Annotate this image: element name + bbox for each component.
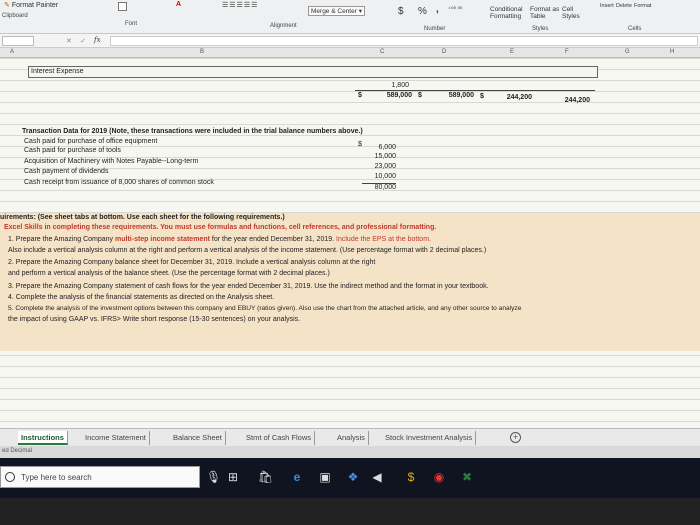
enter-icon[interactable]: ✓: [80, 37, 86, 45]
font-group-label: Font: [125, 21, 138, 27]
txn-label-4[interactable]: Cash payment of dividends: [24, 168, 108, 175]
interest-value[interactable]: 1,800: [375, 82, 409, 89]
txn-label-3[interactable]: Acquisition of Machinery with Notes Paya…: [24, 158, 198, 165]
delete-button[interactable]: Delete: [616, 3, 632, 9]
total-cur-2: $: [418, 92, 422, 99]
column-header-g[interactable]: G: [625, 49, 630, 55]
arrow-app-icon[interactable]: ◀: [370, 470, 384, 484]
requirement-5[interactable]: 5. Complete the analysis of the investme…: [8, 305, 521, 312]
status-bar: ed Decimal: [0, 446, 700, 458]
requirement-4[interactable]: 4. Complete the analysis of the financia…: [8, 294, 274, 301]
percent-button[interactable]: %: [418, 6, 427, 17]
requirements-heading[interactable]: uirements: (See sheet tabs at bottom. Us…: [0, 214, 285, 221]
currency-button[interactable]: $: [398, 6, 404, 17]
format-as-table-button[interactable]: Format as Table: [530, 6, 560, 20]
requirements-section: uirements: (See sheet tabs at bottom. Us…: [0, 213, 700, 351]
txn-value-4[interactable]: 10,000: [362, 173, 396, 180]
excel-skills-note[interactable]: Excel Skills in completing these require…: [4, 224, 436, 231]
tab-stmt-of-cash-flows[interactable]: Stmt of Cash Flows: [243, 431, 316, 445]
requirement-5-detail[interactable]: the impact of using GAAP vs. IFRS> Write…: [8, 316, 300, 323]
name-box[interactable]: [2, 36, 34, 46]
txn-value-1[interactable]: 6,000: [362, 144, 396, 151]
column-header-c[interactable]: C: [380, 49, 384, 55]
merge-center-button[interactable]: Merge & Center ▾: [308, 6, 365, 16]
requirement-1[interactable]: 1. Prepare the Amazing Company multi-ste…: [8, 236, 431, 243]
txn-label-1[interactable]: Cash paid for purchase of office equipme…: [24, 138, 157, 145]
edge-icon[interactable]: e: [290, 470, 304, 484]
task-view-icon[interactable]: ⊞: [226, 470, 240, 484]
txn-label-2[interactable]: Cash paid for purchase of tools: [24, 147, 121, 154]
txn-value-5[interactable]: 80,000: [362, 183, 396, 191]
interest-expense-row: Interest Expense: [28, 66, 598, 78]
column-headers: A B C D E F G H: [0, 48, 700, 58]
formula-input[interactable]: [110, 36, 698, 46]
dropbox-icon[interactable]: ❖: [346, 470, 360, 484]
number-group-label: Number: [424, 26, 446, 32]
total-value-3[interactable]: 244,200: [492, 94, 532, 101]
cells-group-label: Cells: [628, 26, 642, 32]
column-header-f[interactable]: F: [565, 49, 569, 55]
column-header-h[interactable]: H: [670, 49, 674, 55]
format-button[interactable]: Format: [634, 3, 651, 9]
clipboard-group-label: Clipboard: [2, 13, 28, 19]
tab-instructions[interactable]: Instructions: [18, 431, 68, 445]
tab-stock-investment-analysis[interactable]: Stock Investment Analysis: [382, 431, 477, 445]
format-painter-button[interactable]: ✎ Format Painter: [4, 1, 58, 9]
ribbon: ✎ Format Painter Clipboard Font A ☰☰☰☰☰ …: [0, 0, 700, 34]
insert-button[interactable]: Insert: [600, 3, 614, 9]
font-color-icon[interactable]: A: [176, 1, 181, 8]
fx-icon[interactable]: fx: [94, 36, 101, 44]
search-icon: [5, 472, 15, 482]
requirement-3[interactable]: 3. Prepare the Amazing Company statement…: [8, 283, 489, 290]
tab-income-statement[interactable]: Income Statement: [82, 431, 150, 445]
add-sheet-icon[interactable]: +: [510, 432, 521, 443]
requirement-2-detail[interactable]: and perform a vertical analysis of the b…: [8, 270, 330, 277]
status-text: ed Decimal: [2, 448, 33, 454]
tab-balance-sheet[interactable]: Balance Sheet: [170, 431, 226, 445]
formula-bar: ✕ ✓ fx: [0, 34, 700, 48]
cancel-icon[interactable]: ✕: [66, 37, 72, 45]
store-icon[interactable]: 🛍: [258, 470, 273, 484]
taskbar-search[interactable]: Type here to search: [0, 466, 200, 488]
comma-style-button[interactable]: ,: [436, 4, 439, 15]
sheet-tabs: Instructions Income Statement Balance Sh…: [0, 428, 700, 446]
total-value-4[interactable]: 244,200: [548, 97, 590, 104]
requirement-1-detail[interactable]: Also include a vertical analysis column …: [8, 247, 486, 254]
decimal-icon[interactable]: ⁺⁰⁰ ⁰⁰: [448, 6, 462, 13]
conditional-formatting-button[interactable]: Conditional Formatting: [490, 6, 532, 20]
align-lines-icon[interactable]: ☰☰☰☰☰: [222, 1, 258, 9]
alignment-group-label: Alignment: [270, 23, 297, 29]
txn-label-5[interactable]: Cash receipt from issuance of 8,000 shar…: [24, 179, 214, 186]
total-value-1[interactable]: 589,000: [370, 92, 412, 99]
txn-value-3[interactable]: 23,000: [362, 163, 396, 170]
column-header-d[interactable]: D: [442, 49, 446, 55]
total-cur-3: $: [480, 93, 484, 100]
borders-icon[interactable]: [118, 2, 127, 11]
cell-styles-button[interactable]: Cell Styles: [562, 6, 586, 20]
interest-expense-label[interactable]: Interest Expense: [31, 68, 84, 75]
tab-analysis[interactable]: Analysis: [334, 431, 369, 445]
column-header-a[interactable]: A: [10, 49, 14, 55]
microphone-icon[interactable]: 🎙: [206, 470, 221, 484]
excel-icon[interactable]: ✖: [460, 470, 474, 484]
taskbar: Type here to search 🎙 ⊞ 🛍 e ▣ ❖ ◀ $ ◉ ✖: [0, 458, 700, 498]
desk-surface: [0, 498, 700, 525]
dollar-app-icon[interactable]: $: [404, 470, 418, 484]
styles-group-label: Styles: [532, 26, 549, 32]
txn-value-2[interactable]: 15,000: [362, 153, 396, 160]
transactions-title[interactable]: Transaction Data for 2019 (Note, these t…: [22, 128, 363, 135]
image-app-icon[interactable]: ▣: [318, 470, 332, 484]
chrome-icon[interactable]: ◉: [432, 470, 446, 484]
requirement-2[interactable]: 2. Prepare the Amazing Company balance s…: [8, 259, 375, 266]
total-cur-1: $: [358, 92, 362, 99]
total-value-2[interactable]: 589,000: [432, 92, 474, 99]
column-header-b[interactable]: B: [200, 49, 204, 55]
column-header-e[interactable]: E: [510, 49, 514, 55]
paintbrush-icon: ✎: [4, 2, 10, 9]
transactions-list: Cash paid for purchase of office equipme…: [22, 138, 396, 198]
search-placeholder: Type here to search: [21, 473, 92, 482]
